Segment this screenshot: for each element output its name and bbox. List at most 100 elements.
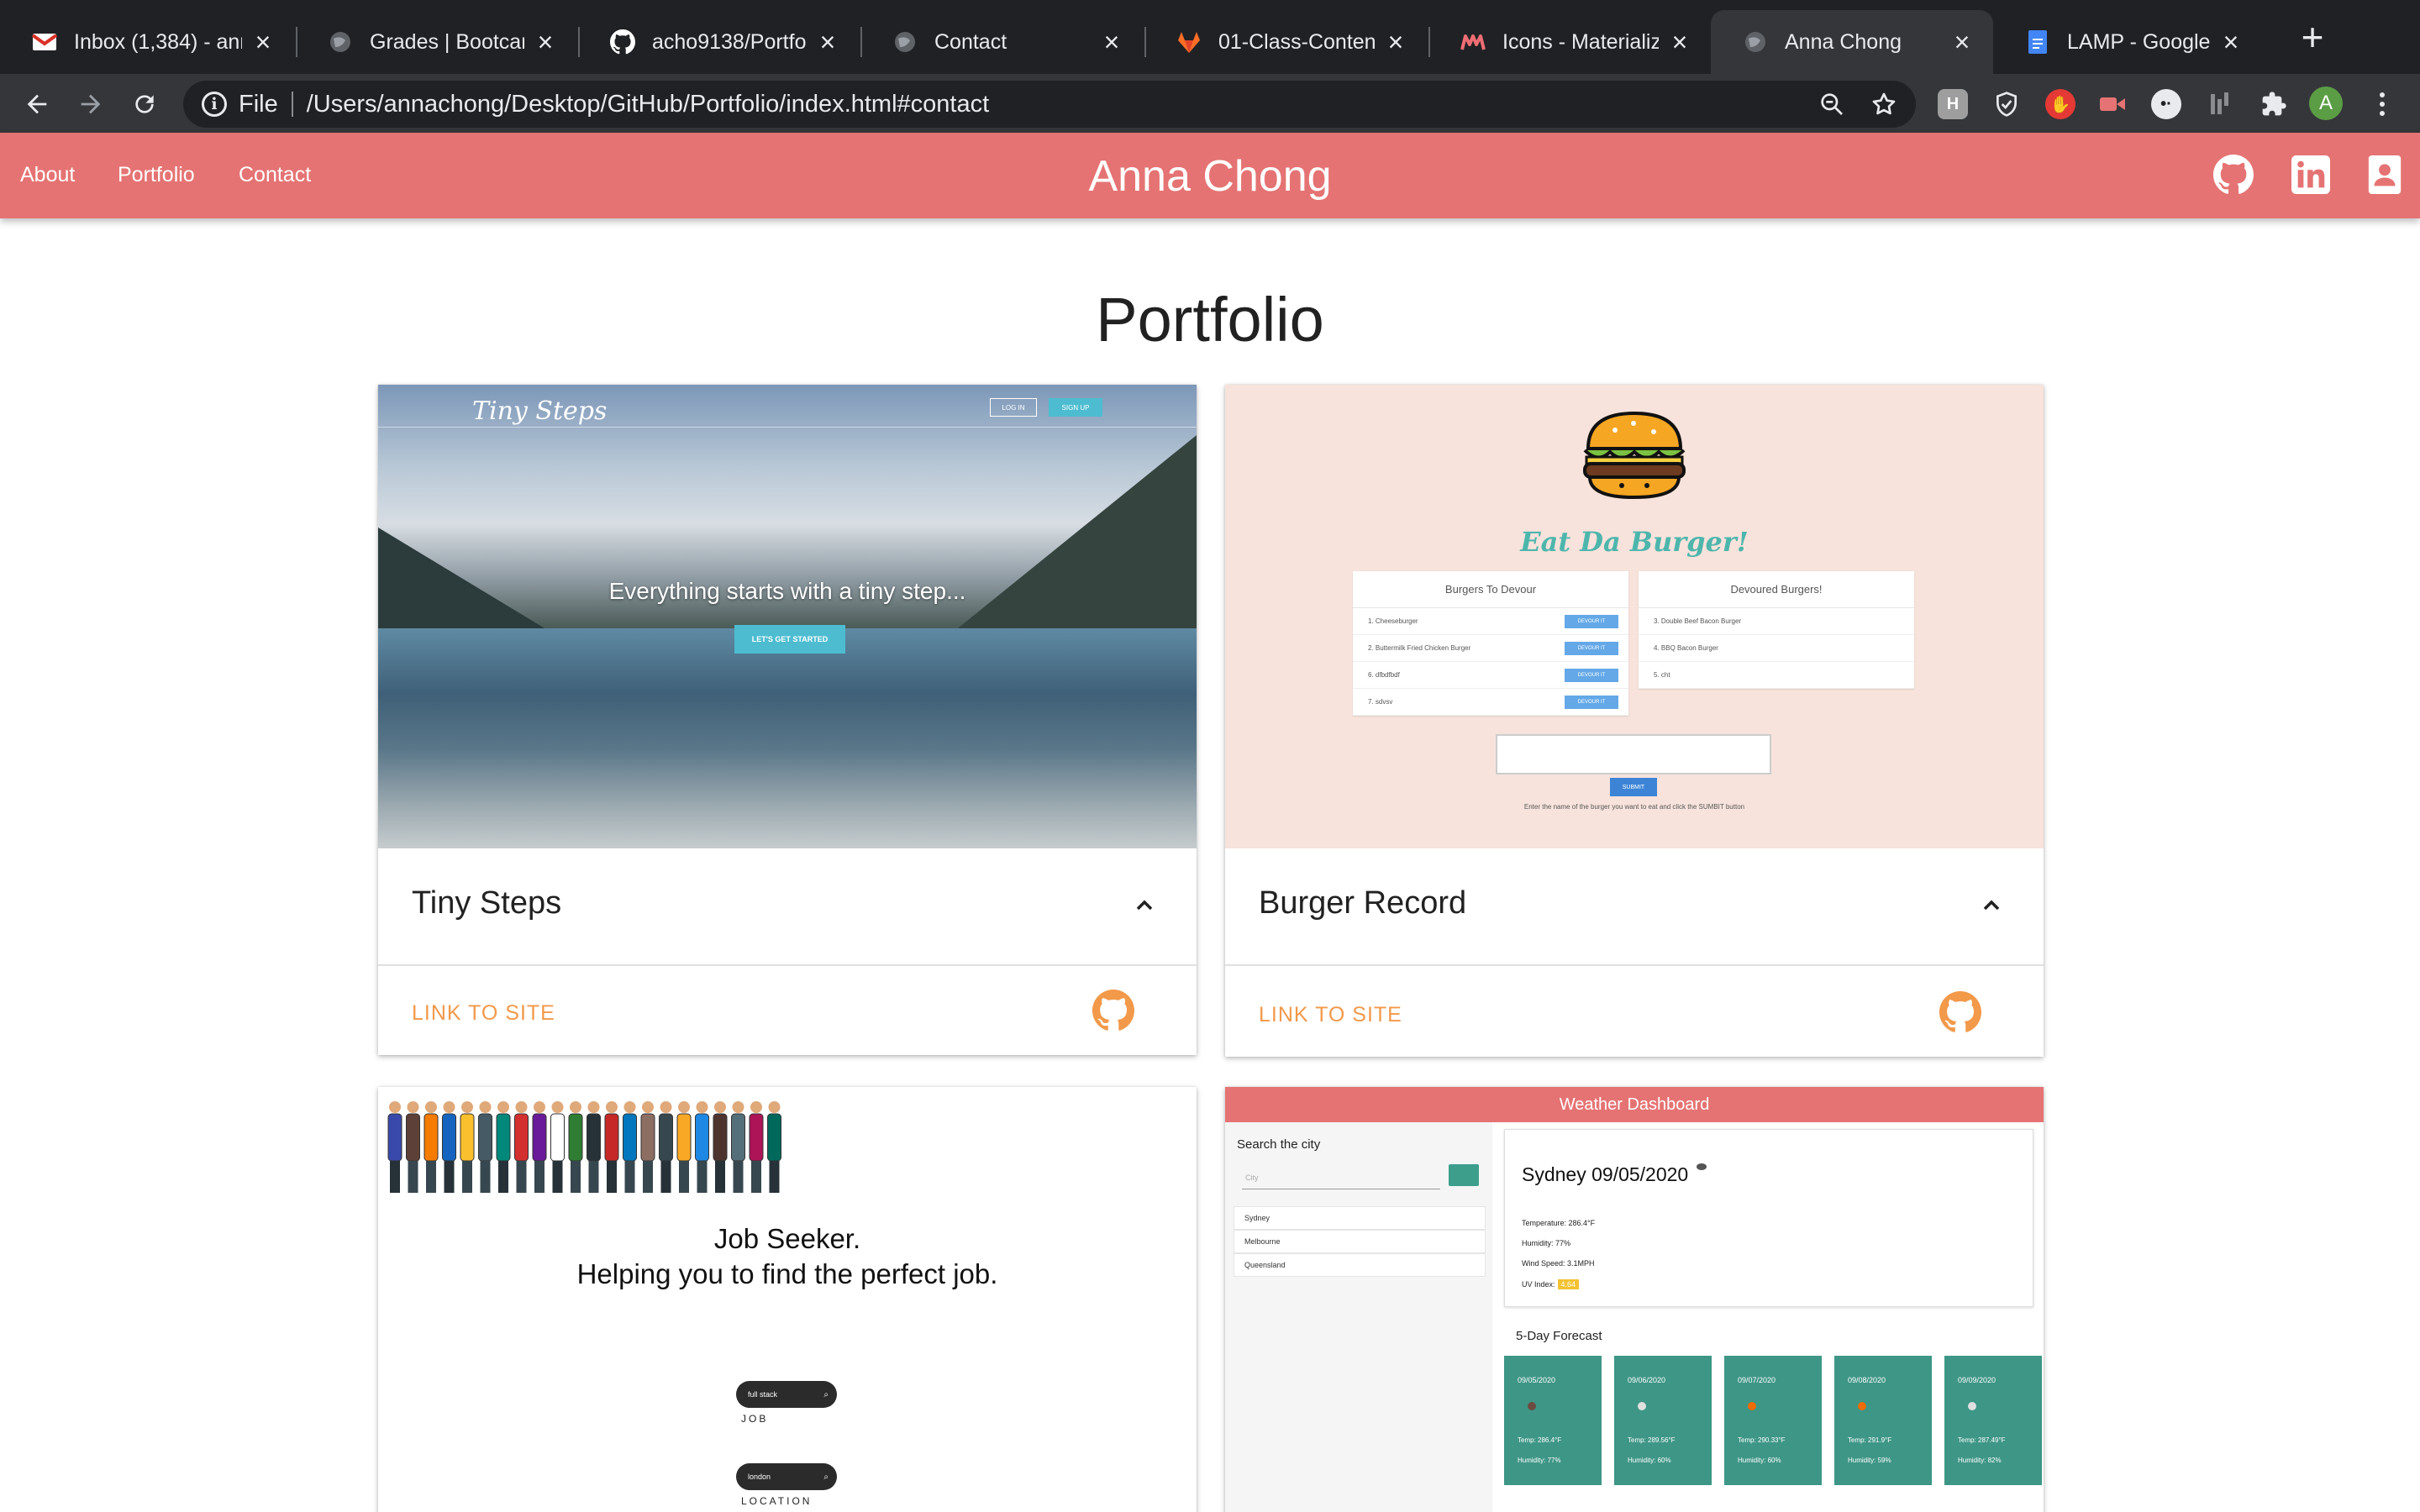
- person-body: [387, 1113, 402, 1162]
- person-body: [640, 1113, 655, 1162]
- profile-avatar[interactable]: A: [2309, 87, 2343, 120]
- person-head: [497, 1101, 509, 1113]
- info-icon[interactable]: i: [202, 92, 227, 117]
- back-button[interactable]: [18, 86, 55, 123]
- extension-stop-hand-icon[interactable]: ✋: [2045, 89, 2075, 119]
- person-head: [407, 1101, 419, 1113]
- person-head: [768, 1101, 781, 1113]
- preview-temperature: Temperature: 286.4°F: [1522, 1219, 1596, 1227]
- close-icon[interactable]: ×: [250, 27, 276, 57]
- tab-contact[interactable]: Contact ×: [860, 10, 1143, 74]
- linkedin-icon[interactable]: [2289, 153, 2333, 197]
- preview-location-input: london ⌕: [736, 1463, 837, 1490]
- project-screenshot[interactable]: Weather Dashboard Search the city City S…: [1225, 1087, 2044, 1512]
- devour-button: DEVOUR IT: [1565, 669, 1618, 682]
- reload-button[interactable]: [126, 86, 163, 123]
- close-icon[interactable]: ×: [1099, 27, 1124, 57]
- url-text[interactable]: /Users/annachong/Desktop/GitHub/Portfoli…: [307, 91, 989, 118]
- forward-button[interactable]: [72, 86, 109, 123]
- tab-lamp-docs[interactable]: LAMP - Google Docs ×: [1993, 10, 2262, 74]
- person-legs: [462, 1161, 472, 1193]
- person-head: [606, 1101, 618, 1113]
- tab-grades[interactable]: Grades | Bootcamp Spot ×: [296, 10, 576, 74]
- extension-shield-icon[interactable]: [1991, 89, 2022, 119]
- person-legs: [643, 1161, 653, 1193]
- tab-github-portfolio[interactable]: acho9138/Portfolio ×: [578, 10, 859, 74]
- github-icon[interactable]: [1092, 990, 1134, 1032]
- tab-gmail[interactable]: Inbox (1,384) - anna ×: [0, 10, 294, 74]
- project-screenshot[interactable]: Job Seeker. Helping you to find the perf…: [378, 1087, 1197, 1512]
- tab-anna-chong[interactable]: Anna Chong ×: [1711, 10, 1993, 74]
- preview-login-button: LOG IN: [990, 398, 1037, 417]
- person-body: [587, 1113, 601, 1162]
- person-head: [587, 1101, 600, 1113]
- list-item: 3. Double Beef Bacon Burger: [1639, 608, 1914, 635]
- address-bar[interactable]: i File /Users/annachong/Desktop/GitHub/P…: [183, 81, 1916, 128]
- weather-icon: [1528, 1402, 1536, 1410]
- person-legs: [534, 1161, 544, 1193]
- site-brand[interactable]: Anna Chong: [0, 151, 2420, 202]
- preview-logo: Tiny Steps: [472, 396, 608, 426]
- github-icon[interactable]: [1939, 991, 1981, 1033]
- close-icon[interactable]: ×: [1667, 27, 1692, 57]
- person-legs: [733, 1161, 744, 1193]
- devour-button: DEVOUR IT: [1565, 642, 1618, 655]
- tab-class-content[interactable]: 01-Class-Content/ ×: [1144, 10, 1427, 74]
- person-legs: [660, 1161, 671, 1193]
- extension-dots-icon[interactable]: •·: [2151, 89, 2181, 119]
- weather-icon: [1748, 1402, 1756, 1410]
- person-head: [461, 1101, 473, 1113]
- preview-submit-button: SUBMIT: [1610, 778, 1657, 796]
- preview-nav-divider: [378, 427, 1197, 428]
- browser-tab-strip: Inbox (1,384) - anna × Grades | Bootcamp…: [0, 0, 2420, 74]
- preview-title: Eat Da Burger!: [1520, 526, 1749, 558]
- chevron-up-icon[interactable]: [1131, 892, 1158, 919]
- preview-header: Weather Dashboard: [1225, 1087, 2044, 1122]
- person-legs: [769, 1161, 780, 1193]
- preview-search-label: Search the city: [1237, 1137, 1321, 1152]
- close-icon[interactable]: ×: [1949, 27, 1975, 57]
- card-content[interactable]: Burger Record: [1225, 848, 2044, 966]
- tab-materialize-icons[interactable]: Icons - Materialize ×: [1428, 10, 1711, 74]
- close-icon[interactable]: ×: [815, 27, 840, 57]
- person-head: [515, 1101, 528, 1113]
- forecast-date: 09/07/2020: [1738, 1376, 1776, 1384]
- extension-video-icon[interactable]: [2097, 89, 2128, 119]
- close-icon[interactable]: ×: [533, 27, 558, 57]
- person-legs: [715, 1161, 725, 1193]
- project-screenshot[interactable]: Eat Da Burger! Burgers To Devour 1. Chee…: [1225, 385, 2044, 848]
- devoured-header: Devoured Burgers!: [1639, 571, 1914, 608]
- forecast-temp: Temp: 286.4°F: [1518, 1436, 1562, 1444]
- more-menu-icon[interactable]: [2370, 86, 2395, 123]
- project-screenshot[interactable]: Tiny Steps LOG IN SIGN UP Everything sta…: [378, 385, 1197, 848]
- link-to-site[interactable]: LINK TO SITE: [412, 1001, 555, 1026]
- file-scheme-label: File: [239, 90, 278, 118]
- forecast-humidity: Humidity: 60%: [1738, 1457, 1781, 1464]
- extension-bars-icon[interactable]: [2205, 89, 2235, 119]
- new-tab-button[interactable]: +: [2294, 18, 2331, 57]
- person-head: [443, 1101, 455, 1113]
- preview-signup-button: SIGN UP: [1049, 398, 1102, 417]
- close-icon[interactable]: ×: [1383, 27, 1408, 57]
- person-legs: [444, 1161, 455, 1193]
- github-icon: [610, 29, 635, 55]
- github-icon[interactable]: [2212, 153, 2255, 197]
- contact-card-icon[interactable]: [2363, 153, 2407, 197]
- person-legs: [571, 1161, 581, 1193]
- card-content[interactable]: Tiny Steps: [378, 848, 1197, 966]
- link-to-site[interactable]: LINK TO SITE: [1259, 1003, 1402, 1027]
- zoom-icon[interactable]: [1818, 81, 1845, 128]
- extension-h-icon[interactable]: H: [1938, 89, 1968, 119]
- extensions-puzzle-icon[interactable]: [2259, 89, 2289, 119]
- person-body: [532, 1113, 547, 1162]
- globe-icon: [328, 29, 353, 55]
- bookmark-star-icon[interactable]: [1870, 81, 1897, 128]
- list-item: Melbourne: [1234, 1230, 1486, 1253]
- card-action: LINK TO SITE: [378, 968, 1197, 1055]
- preview-current-city: Sydney 09/05/2020: [1522, 1163, 1689, 1185]
- close-icon[interactable]: ×: [2218, 27, 2244, 57]
- chevron-up-icon[interactable]: [1978, 892, 2005, 919]
- person-legs: [408, 1161, 418, 1193]
- project-card-burger-record: Eat Da Burger! Burgers To Devour 1. Chee…: [1225, 385, 2044, 1057]
- list-item: 5. cht: [1639, 662, 1914, 689]
